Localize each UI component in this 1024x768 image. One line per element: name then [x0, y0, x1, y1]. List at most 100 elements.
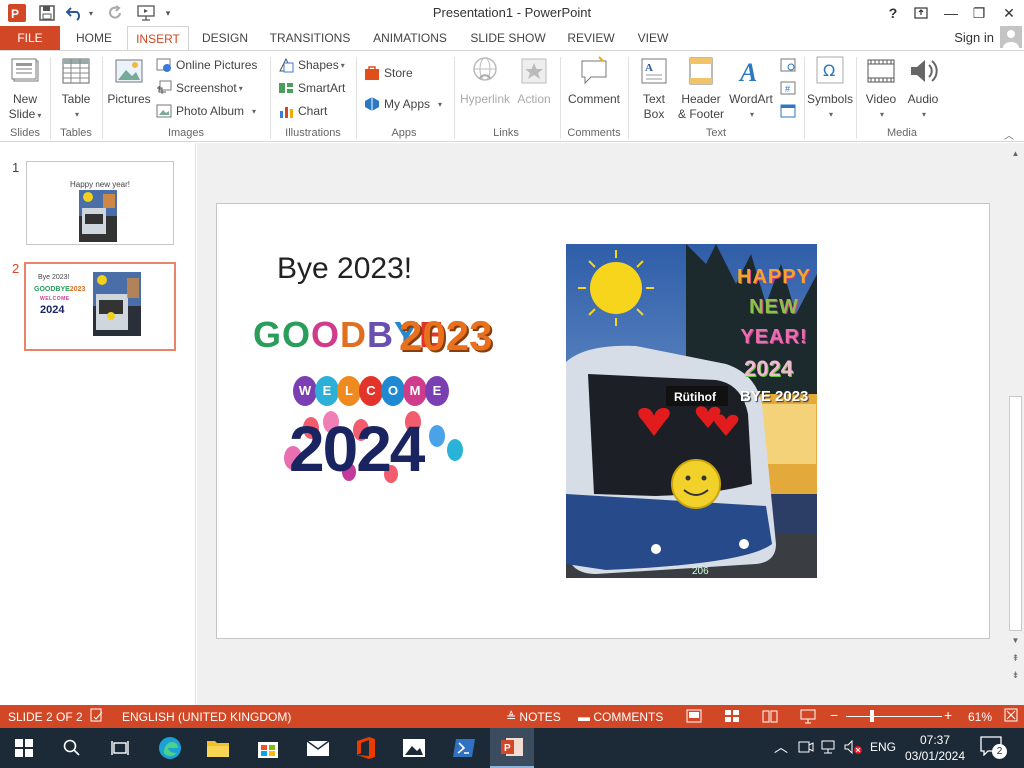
office-icon[interactable]: [344, 728, 388, 768]
volume-muted-icon[interactable]: [844, 739, 862, 757]
task-view-icon[interactable]: [98, 728, 142, 768]
slide-thumbnail-2[interactable]: Bye 2023! GOODBYE2023 WELCOME 2024: [24, 262, 176, 351]
tab-file[interactable]: FILE: [0, 26, 60, 50]
network-icon[interactable]: [820, 740, 836, 757]
tab-review[interactable]: REVIEW: [560, 26, 622, 50]
language-status[interactable]: ENGLISH (UNITED KINGDOM): [122, 710, 291, 724]
zoom-out-button[interactable]: −: [830, 707, 838, 723]
meet-now-icon[interactable]: [798, 740, 814, 757]
new-slide-label-1: New: [12, 92, 37, 106]
tab-home[interactable]: HOME: [66, 26, 122, 50]
account-avatar[interactable]: [1000, 26, 1022, 48]
zoom-slider-handle[interactable]: [870, 710, 874, 722]
powerpoint-taskbar-icon[interactable]: P: [490, 728, 534, 768]
sign-in-link[interactable]: Sign in: [954, 30, 994, 45]
bus-photo[interactable]: Rütihof 206 HAPPY NEW YEAR! 2024 BYE 2023: [566, 244, 817, 578]
wordart-button[interactable]: A WordArt ▾: [726, 55, 776, 122]
powerpoint-logo-icon[interactable]: P: [6, 3, 28, 23]
input-language[interactable]: ENG: [870, 740, 896, 754]
new-slide-label-2: Slide ▾: [8, 107, 42, 121]
notifications-button[interactable]: 2: [980, 736, 1010, 760]
normal-view-icon[interactable]: [686, 708, 702, 727]
edge-browser-icon[interactable]: [148, 728, 192, 768]
minimize-button[interactable]: —: [938, 2, 964, 24]
hyperlink-button[interactable]: Hyperlink: [458, 55, 512, 107]
bye-2023-text: BYE 2023: [740, 388, 809, 405]
slide-sorter-icon[interactable]: [724, 708, 740, 727]
ribbon-display-options-icon[interactable]: [908, 2, 934, 24]
goodbye-2023-graphic[interactable]: GOODBYE 2023: [253, 312, 499, 360]
new-slide-button[interactable]: New Slide ▾: [4, 55, 46, 123]
my-apps-button[interactable]: My Apps ▾: [364, 94, 442, 114]
action-button[interactable]: Action: [514, 55, 554, 107]
video-button[interactable]: Video ▾: [860, 55, 902, 122]
slide-show-icon[interactable]: [800, 708, 816, 727]
zoom-in-button[interactable]: +: [944, 707, 952, 723]
save-icon[interactable]: [36, 3, 58, 23]
restore-button[interactable]: ❐: [966, 2, 992, 24]
chart-button[interactable]: Chart: [278, 101, 327, 121]
close-button[interactable]: ✕: [996, 2, 1022, 24]
shapes-button[interactable]: Shapes ▾: [278, 55, 345, 75]
date-time-button[interactable]: [780, 55, 800, 75]
screenshot-button[interactable]: Screenshot ▾: [156, 78, 243, 98]
tab-view[interactable]: VIEW: [630, 26, 676, 50]
object-button[interactable]: [780, 101, 800, 121]
redo-icon[interactable]: [106, 3, 126, 23]
text-box-button[interactable]: A Text Box: [634, 55, 674, 122]
undo-dropdown-icon[interactable]: ▾: [86, 3, 96, 23]
start-from-beginning-icon[interactable]: [134, 3, 158, 23]
powershell-icon[interactable]: [442, 728, 486, 768]
zoom-level[interactable]: 61%: [968, 710, 992, 724]
photo-album-button[interactable]: Photo Album ▾: [156, 101, 256, 121]
welcome-graphic[interactable]: WELCOME: [293, 374, 455, 408]
spell-check-icon[interactable]: [90, 708, 104, 727]
previous-slide-icon[interactable]: ⇞: [1007, 650, 1024, 666]
comments-button[interactable]: ▬ COMMENTS: [578, 710, 663, 724]
help-button[interactable]: ?: [880, 2, 906, 24]
notes-button[interactable]: ≜ NOTES: [506, 710, 561, 724]
show-hidden-icons-icon[interactable]: ︿: [774, 737, 788, 757]
tab-insert[interactable]: INSERT: [127, 26, 189, 51]
slide-thumbnail-1[interactable]: Happy new year!: [26, 161, 174, 245]
welcome-2024-graphic[interactable]: 2024: [279, 410, 469, 490]
collapse-ribbon-icon[interactable]: ︿: [1004, 127, 1014, 142]
tab-animations[interactable]: ANIMATIONS: [364, 26, 456, 50]
svg-text:P: P: [11, 7, 19, 21]
search-icon[interactable]: [50, 728, 94, 768]
mail-icon[interactable]: [296, 728, 340, 768]
table-button[interactable]: Table ▾: [56, 55, 96, 122]
scrollbar-thumb[interactable]: [1009, 396, 1022, 631]
pictures-button[interactable]: Pictures: [106, 55, 152, 107]
zoom-slider[interactable]: [846, 716, 942, 717]
slide-title[interactable]: Bye 2023!: [277, 252, 412, 286]
header-footer-button[interactable]: Header & Footer: [676, 55, 726, 122]
scroll-down-icon[interactable]: ▼: [1007, 632, 1024, 648]
store-button[interactable]: Store: [364, 63, 413, 83]
symbols-button[interactable]: Ω Symbols ▾: [806, 55, 854, 122]
tab-design[interactable]: DESIGN: [194, 26, 256, 50]
next-slide-icon[interactable]: ⇟: [1007, 667, 1024, 683]
reading-view-icon[interactable]: [762, 708, 778, 727]
slide-number-button[interactable]: #: [780, 78, 800, 98]
thumbnail-2-goodbye-year: 2023: [69, 286, 86, 293]
comment-button[interactable]: Comment: [564, 55, 624, 107]
store-app-icon[interactable]: [246, 728, 290, 768]
fit-slide-icon[interactable]: [1004, 708, 1018, 725]
photos-icon[interactable]: [392, 728, 436, 768]
undo-icon[interactable]: [64, 3, 86, 23]
tab-transitions[interactable]: TRANSITIONS: [264, 26, 356, 50]
vertical-scrollbar[interactable]: ▲ ▼ ⇞ ⇟: [1007, 143, 1024, 705]
smartart-button[interactable]: SmartArt: [278, 78, 345, 98]
audio-button[interactable]: Audio ▾: [902, 55, 944, 122]
online-pictures-button[interactable]: Online Pictures: [156, 55, 257, 75]
svg-text:Ω: Ω: [823, 61, 835, 80]
customize-toolbar-icon[interactable]: ▾: [162, 3, 174, 23]
clock[interactable]: 07:37 03/01/2024: [900, 732, 970, 764]
group-label-comments: Comments: [567, 127, 621, 139]
file-explorer-icon[interactable]: [196, 728, 240, 768]
scroll-up-icon[interactable]: ▲: [1007, 145, 1024, 161]
tab-slide-show[interactable]: SLIDE SHOW: [464, 26, 552, 50]
group-label-links: Links: [493, 127, 519, 139]
windows-start-icon[interactable]: [2, 728, 46, 768]
